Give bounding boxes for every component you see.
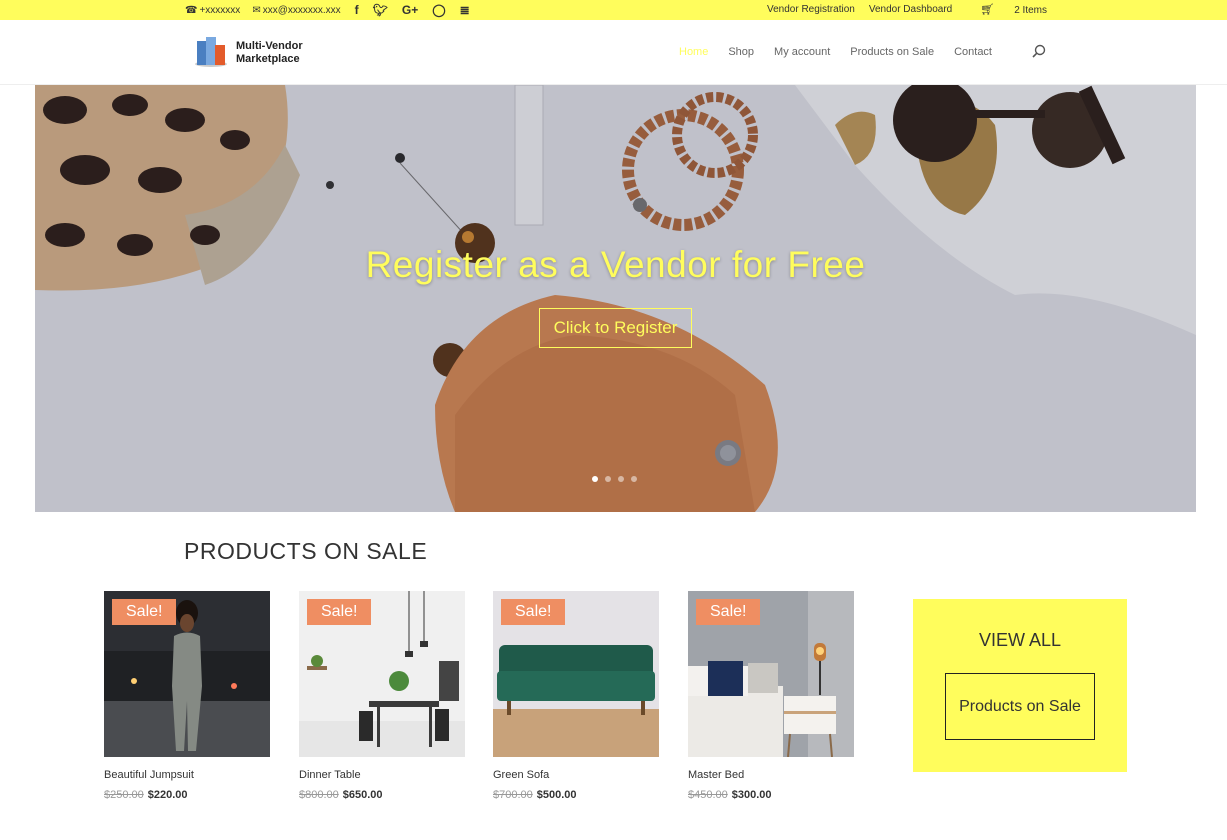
phone-text: +xxxxxxx [199,4,241,16]
sale-price: $220.00 [147,789,188,801]
rss-icon[interactable]: ≣ [460,3,470,17]
main-nav: Home Shop My account Products on Sale Co… [679,46,1012,58]
sale-price: $500.00 [536,789,577,801]
logo-icon [193,37,229,69]
old-price: $450.00 [688,789,728,801]
product-card[interactable]: Sale! Master Bed $450.00 $300.00 [688,591,854,801]
sale-badge: Sale! [501,599,566,625]
vendor-dashboard-link[interactable]: Vendor Dashboard [869,4,952,15]
nav-home[interactable]: Home [679,46,708,58]
product-card[interactable]: Sale! Green Sofa $700.00 $500.00 [493,591,659,801]
old-price: $700.00 [493,789,533,801]
search-icon[interactable] [1032,44,1046,58]
slider-dot[interactable] [592,476,598,482]
product-name[interactable]: Master Bed [688,769,854,781]
site-logo[interactable]: Multi-Vendor Marketplace [193,37,316,69]
logo-line1: Multi-Vendor [236,40,303,52]
top-bar: ☎ +xxxxxxx ✉ xxx@xxxxxxx.xxx f 🐦︎ G+ ◯ ≣… [0,0,1227,20]
product-price: $250.00 $220.00 [104,789,270,801]
nav-contact[interactable]: Contact [954,46,992,58]
view-all-title: VIEW ALL [978,630,1062,650]
cart-count: 2 Items [1014,5,1047,16]
cart-icon: 🛒︎ [980,4,995,16]
product-price: $700.00 $500.00 [493,789,659,801]
slider-dot[interactable] [605,476,611,482]
sale-price: $300.00 [731,789,772,801]
sale-price: $650.00 [342,789,383,801]
email-text: xxx@xxxxxxx.xxx [262,4,341,16]
email-icon: ✉ [252,4,261,16]
register-button[interactable]: Click to Register [539,308,692,348]
product-card[interactable]: Sale! Beautiful Jumpsuit $250.00 $220.00 [104,591,270,801]
product-price: $450.00 $300.00 [688,789,854,801]
product-image[interactable]: Sale! [104,591,270,757]
slider-dot[interactable] [631,476,637,482]
nav-shop[interactable]: Shop [728,46,754,58]
products-on-sale-button[interactable]: Products on Sale [945,673,1095,740]
logo-line2: Marketplace [236,53,300,65]
view-all-panel: VIEW ALL Products on Sale [913,599,1127,772]
product-name[interactable]: Dinner Table [299,769,465,781]
google-plus-icon[interactable]: G+ [402,3,418,17]
slider-dots [592,476,644,482]
product-card[interactable]: Sale! Dinner Table $800.00 $650.00 [299,591,465,801]
hero-slider: Register as a Vendor for Free Click to R… [35,85,1196,512]
nav-my-account[interactable]: My account [774,46,830,58]
old-price: $250.00 [104,789,144,801]
site-header: Multi-Vendor Marketplace Home Shop My ac… [0,20,1227,85]
sale-badge: Sale! [112,599,177,625]
phone-icon: ☎ [185,4,198,16]
cart-link[interactable]: 🛒︎ 2 Items [966,3,1047,16]
sale-badge: Sale! [696,599,761,625]
nav-products-on-sale[interactable]: Products on Sale [850,46,934,58]
phone-contact[interactable]: ☎ +xxxxxxx [185,5,240,16]
facebook-icon[interactable]: f [355,3,359,17]
slider-dot[interactable] [618,476,624,482]
email-contact[interactable]: ✉ xxx@xxxxxxx.xxx [252,5,340,16]
product-image[interactable]: Sale! [299,591,465,757]
sale-badge: Sale! [307,599,372,625]
twitter-icon[interactable]: 🐦︎ [373,3,388,17]
product-image[interactable]: Sale! [493,591,659,757]
old-price: $800.00 [299,789,339,801]
product-price: $800.00 $650.00 [299,789,465,801]
product-image[interactable]: Sale! [688,591,854,757]
hero-title: Register as a Vendor for Free [365,244,866,285]
vendor-registration-link[interactable]: Vendor Registration [767,4,855,15]
product-name[interactable]: Green Sofa [493,769,659,781]
section-title: PRODUCTS ON SALE [184,538,428,564]
instagram-icon[interactable]: ◯ [432,3,445,17]
product-name[interactable]: Beautiful Jumpsuit [104,769,270,781]
